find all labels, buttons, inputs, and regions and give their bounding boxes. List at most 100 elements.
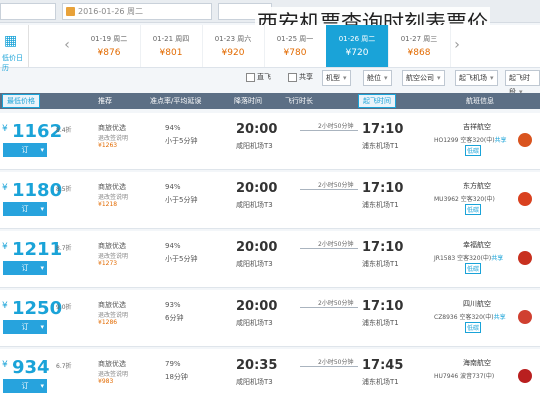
sort-arrive-header[interactable]: 降落时间 xyxy=(234,93,262,109)
punctuality-rate: 94% xyxy=(165,183,181,191)
policy-note[interactable]: 退改签说明 xyxy=(98,251,128,260)
policy-label: 商旅优选 xyxy=(98,183,126,191)
airline-name: 海南航空 xyxy=(463,359,491,367)
book-button[interactable]: 订 ▾ xyxy=(3,143,47,157)
flight-number[interactable]: MU3962 空客320(中) xyxy=(434,196,495,203)
policy-note[interactable]: 退改签说明 xyxy=(98,192,128,201)
airline-name: 四川航空 xyxy=(463,300,491,308)
flight-duration: 2小时50分钟 xyxy=(318,241,354,248)
avg-delay: 小于5分钟 xyxy=(165,196,198,204)
results-header: 最低价格 推荐 准点率/平均延误 降落时间 飞行时长 起飞时间 航班信息 xyxy=(0,93,540,109)
depart-time: 17:10 xyxy=(362,240,404,255)
date-field[interactable]: 2016-01-26 周二 xyxy=(62,3,212,20)
depart-time-dropdown[interactable]: 起飞时段 ▾ xyxy=(505,70,540,96)
airline-dropdown[interactable]: 航空公司 ▾ xyxy=(402,70,445,86)
flight-path-line xyxy=(300,189,358,190)
flight-path-line xyxy=(300,248,358,249)
chevron-down-icon: ▾ xyxy=(40,264,44,272)
sort-price-header[interactable]: 最低价格 xyxy=(2,94,40,108)
sort-depart-header[interactable]: 起飞时间 xyxy=(358,94,396,108)
depart-time: 17:10 xyxy=(362,299,404,314)
depart-airport-dropdown[interactable]: 起飞机场 ▾ xyxy=(455,70,498,86)
book-label: 订 xyxy=(21,264,29,272)
flight-path-line xyxy=(300,366,358,367)
price-value: 934 xyxy=(12,357,50,378)
yen-sign: ¥ xyxy=(2,124,8,134)
date-label: 01-21 周四 xyxy=(152,35,190,43)
flight-row[interactable]: ¥1162 8.4折订 ▾ 商旅优选 退改签说明 ¥1263 94% 小于5分钟 20:00 咸阳… xyxy=(0,113,540,170)
flight-number[interactable]: HU7946 波音737(中) xyxy=(434,373,494,380)
checkbox-label: 共享 xyxy=(299,73,313,81)
date-cell[interactable]: 01-19 周二 ¥876 xyxy=(78,25,141,67)
cabin-dropdown[interactable]: 舱位 ▾ xyxy=(363,70,392,86)
flight-number[interactable]: JR1583 空客320(中) xyxy=(434,255,491,262)
shared-tag: 共享 xyxy=(494,137,507,144)
depart-airport: 浦东机场T1 xyxy=(362,201,399,209)
book-label: 订 xyxy=(21,146,29,154)
prev-dates-arrow[interactable]: ‹ xyxy=(62,35,72,55)
discount-label: 6.7折 xyxy=(56,363,72,370)
flight-duration: 2小时50分钟 xyxy=(318,182,354,189)
flight-row[interactable]: ¥1211 8.7折订 ▾ 商旅优选 退改签说明 ¥1273 94% 小于5分钟 20:00 咸阳… xyxy=(0,231,540,288)
sort-duration-header[interactable]: 飞行时长 xyxy=(285,93,313,109)
flight-info-header: 航班信息 xyxy=(466,97,494,105)
chevron-down-icon: ▾ xyxy=(490,74,494,82)
yen-sign: ¥ xyxy=(2,183,8,193)
book-button[interactable]: 订 ▾ xyxy=(3,320,47,334)
depart-airport: 浦东机场T1 xyxy=(362,378,399,386)
punctuality-rate: 94% xyxy=(165,124,181,132)
flight-row[interactable]: ¥1250 9.0折订 ▾ 商旅优选 退改签说明 ¥1286 93% 6分钟 20:00 咸阳机场… xyxy=(0,290,540,347)
next-dates-arrow[interactable]: › xyxy=(452,35,462,55)
chevron-down-icon: ▾ xyxy=(40,146,44,154)
depart-time: 17:10 xyxy=(362,181,404,196)
sort-punctuality-header[interactable]: 准点率/平均延误 xyxy=(150,93,201,109)
yen-sign: ¥ xyxy=(2,301,8,311)
flight-row[interactable]: ¥1180 8.5折订 ▾ 商旅优选 退改签说明 ¥1218 94% 小于5分钟 20:00 咸阳… xyxy=(0,172,540,229)
date-label: 01-25 周一 xyxy=(276,35,314,43)
aircraft-dropdown[interactable]: 机型 ▾ xyxy=(322,70,351,86)
avg-delay: 小于5分钟 xyxy=(165,137,198,145)
depart-city-field[interactable] xyxy=(0,3,56,20)
book-button[interactable]: 订 ▾ xyxy=(3,202,47,216)
checkbox-label: 直飞 xyxy=(257,73,271,81)
date-cell[interactable]: 01-25 周一 ¥780 xyxy=(264,25,327,67)
dropdown-label: 舱位 xyxy=(367,74,381,82)
punctuality-rate: 79% xyxy=(165,360,181,368)
date-cell-selected[interactable]: 01-26 周二 ¥720 xyxy=(326,25,389,67)
flight-number[interactable]: HO1299 空客320(中) xyxy=(434,137,495,144)
lowcarbon-badge: 低碳 xyxy=(465,145,482,156)
lowcarbon-badge: 低碳 xyxy=(465,322,482,333)
yen-sign: ¥ xyxy=(2,360,8,370)
airline-logo-icon xyxy=(518,133,532,147)
price-value: 1162 xyxy=(12,121,63,142)
calendar-icon: ▦ xyxy=(4,33,18,49)
policy-note[interactable]: 退改签说明 xyxy=(98,369,128,378)
book-button[interactable]: 订 ▾ xyxy=(3,261,47,275)
date-cell[interactable]: 01-27 周三 ¥868 xyxy=(388,25,451,67)
flight-number[interactable]: CZ8936 空客320(中) xyxy=(434,314,494,321)
chevron-down-icon: ▾ xyxy=(437,74,441,82)
price-value: 1180 xyxy=(12,180,63,201)
policy-price: ¥1218 xyxy=(98,201,118,208)
policy-note[interactable]: 退改签说明 xyxy=(98,133,128,142)
arrive-time: 20:00 xyxy=(236,181,278,196)
airline-logo-icon xyxy=(518,192,532,206)
shared-checkbox[interactable]: 共享 xyxy=(288,72,313,83)
airline-name: 吉祥航空 xyxy=(463,123,491,131)
flight-row[interactable]: ¥934 6.7折订 ▾ 商旅优选 退改签说明 ¥983 79% 18分钟 20:35 咸阳机场T… xyxy=(0,349,540,400)
book-button[interactable]: 订 ▾ xyxy=(3,379,47,393)
shared-tag: 共享 xyxy=(491,255,504,262)
calendar-toggle[interactable]: ▦ 低价日历 xyxy=(0,25,29,72)
arrive-time: 20:00 xyxy=(236,240,278,255)
date-cell[interactable]: 01-23 周六 ¥920 xyxy=(202,25,265,67)
policy-note[interactable]: 退改签说明 xyxy=(98,310,128,319)
punctuality-rate: 94% xyxy=(165,242,181,250)
flight-search-page: 2016-01-26 周二 西安机票查询时刻表票价 ▦ 低价日历 ‹ 01-19… xyxy=(0,0,540,400)
price-value: 1250 xyxy=(12,298,63,319)
avg-delay: 6分钟 xyxy=(165,314,184,322)
sort-recommend-header[interactable]: 推荐 xyxy=(98,93,112,109)
direct-checkbox[interactable]: 直飞 xyxy=(246,72,271,83)
date-cell[interactable]: 01-21 周四 ¥801 xyxy=(140,25,203,67)
arrive-airport: 咸阳机场T3 xyxy=(236,201,273,209)
date-price: ¥780 xyxy=(283,48,307,58)
